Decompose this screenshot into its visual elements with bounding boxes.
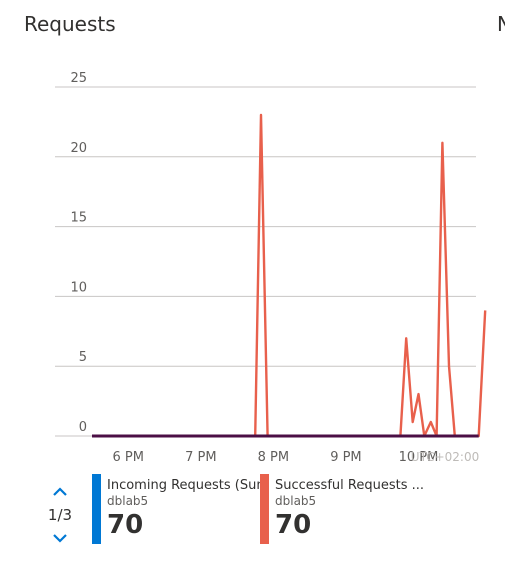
legend-item-value: 70 [107,510,144,540]
y-tick-label: 20 [70,141,87,156]
y-tick-label: 25 [70,71,87,86]
x-tick-label: 9 PM [330,450,361,465]
y-tick-label: 5 [79,350,87,365]
legend-item-incoming-requests[interactable]: Incoming Requests (Sum dblab5 70 [92,474,267,544]
legend-pager: 1/3 [40,470,80,560]
y-tick-label: 10 [70,280,87,295]
requests-chart[interactable]: 0510152025 6 PM 7 PM 8 PM 9 PM 10 PMUTC+02:0… [0,0,505,470]
chart-legend: 1/3 Incoming Requests (Sum dblab5 70 Suc… [40,470,505,560]
y-tick-label: 0 [79,420,87,435]
timezone-label: UTC+02:00 [411,450,479,464]
x-tick-label: 6 PM [113,450,144,465]
legend-item-successful-requests[interactable]: Successful Requests ... dblab5 70 [260,474,450,544]
legend-item-resource: dblab5 [275,494,317,508]
y-tick-label: 15 [70,211,87,226]
legend-color-swatch [260,474,269,544]
x-tick-label: 8 PM [258,450,289,465]
legend-item-label: Incoming Requests (Sum [107,478,267,493]
legend-color-swatch [92,474,101,544]
chevron-down-icon[interactable] [50,530,70,546]
legend-page-indicator: 1/3 [47,506,73,524]
chevron-up-icon[interactable] [50,484,70,500]
x-tick-label: 7 PM [185,450,216,465]
legend-item-resource: dblab5 [107,494,149,508]
legend-item-value: 70 [275,510,312,540]
legend-item-label: Successful Requests ... [275,478,424,493]
series-line-successful-requests [92,113,487,438]
